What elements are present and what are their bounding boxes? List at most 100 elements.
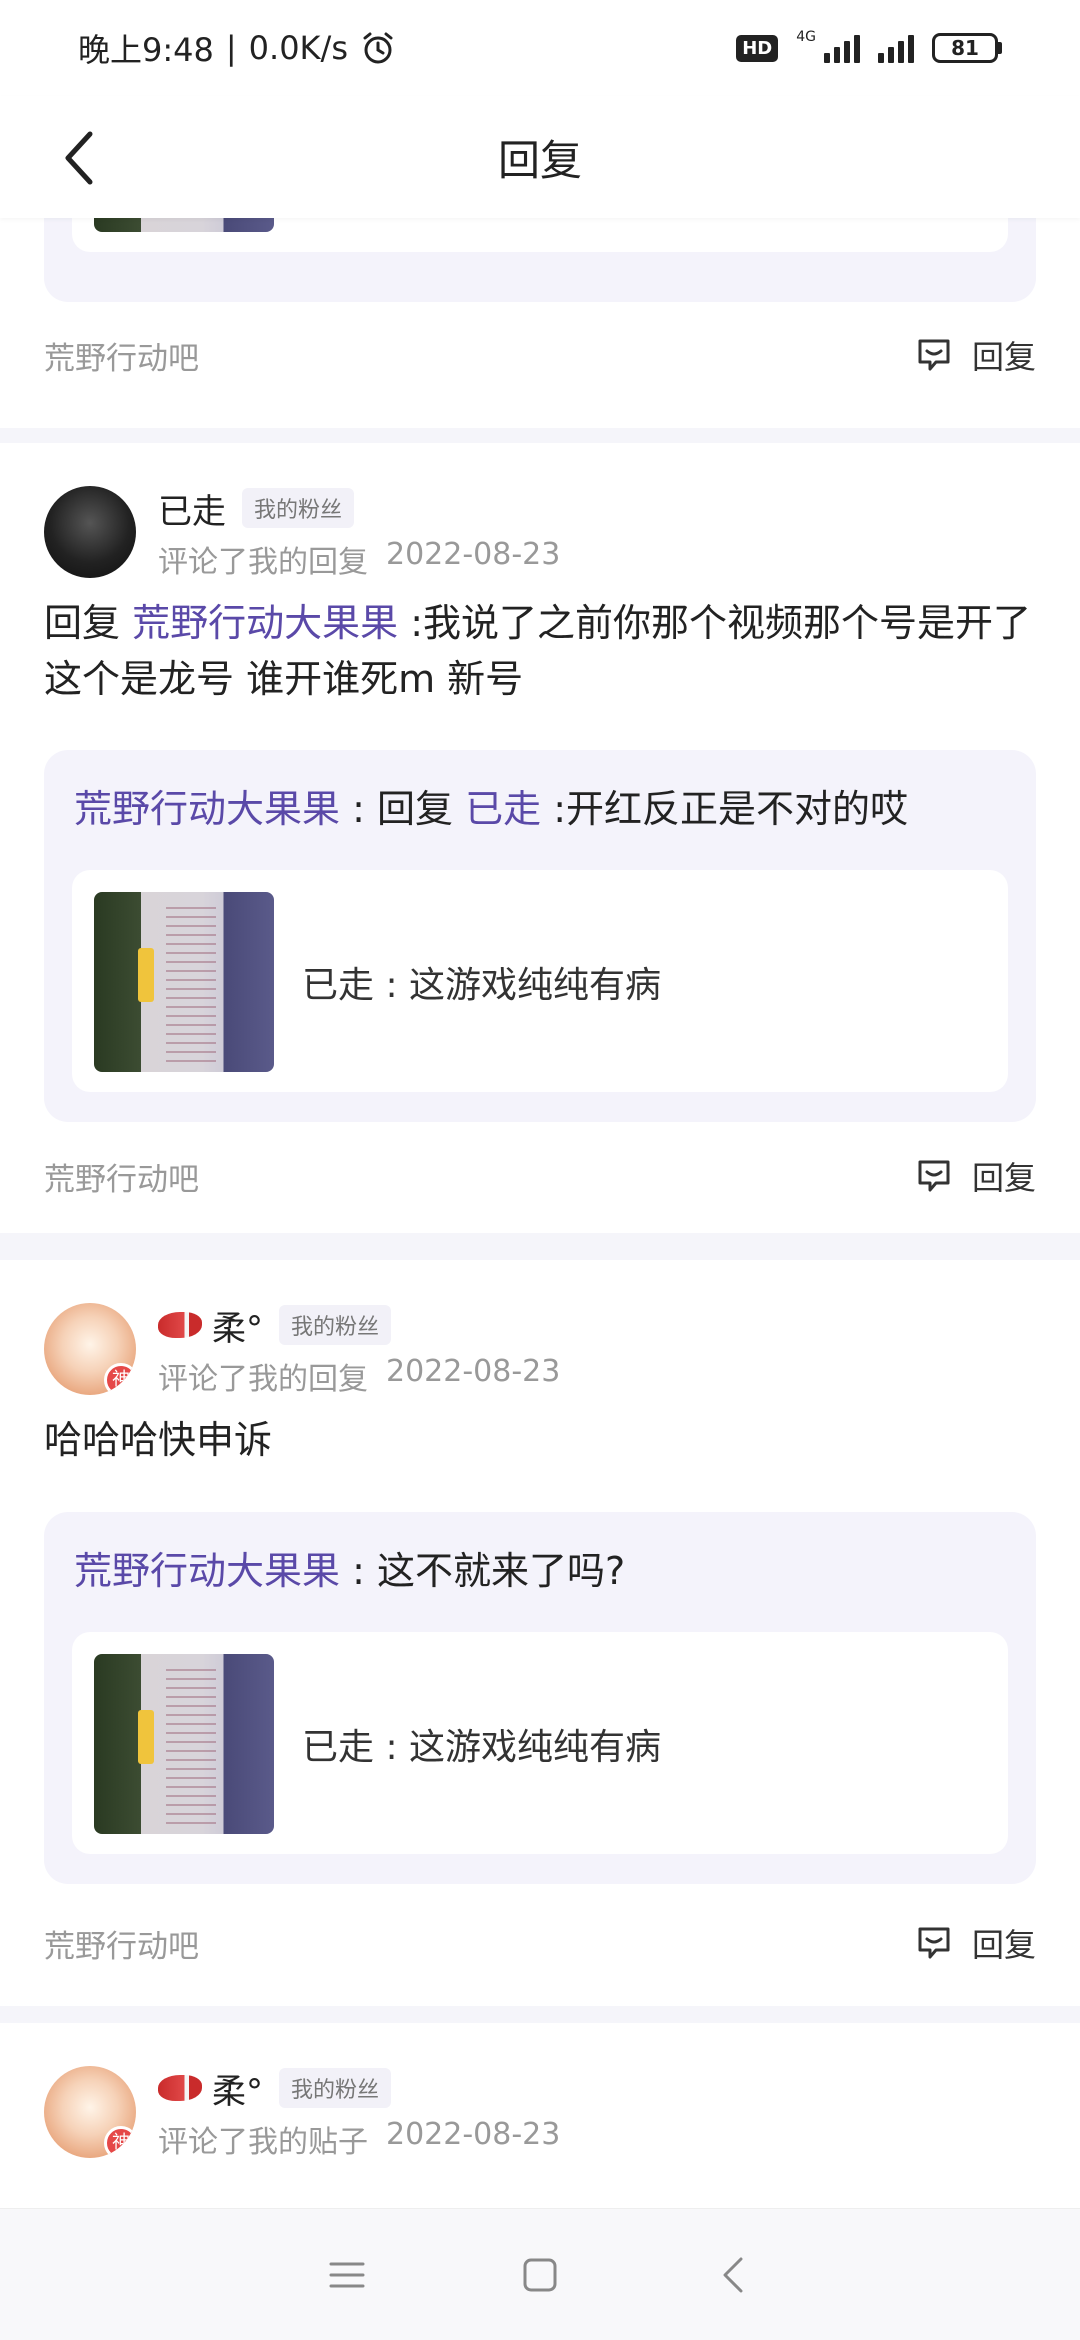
quote-separator: : (352, 787, 365, 831)
status-bar: 晚上9:48 | 0.0K/s HD 4G 81 (0, 0, 1080, 96)
network-type: 4G (796, 29, 816, 45)
network-speed: 0.0K/s (248, 29, 348, 67)
reply-label: 回复 (971, 1159, 1036, 1197)
quoted-reply-box[interactable]: 荒野行动大果果 : 这不就来了吗? 已走 : 这游戏纯纯有病 (44, 1512, 1036, 1884)
comment-meta: 评论了我的贴子 2022-08-23 (158, 2117, 560, 2161)
user-info: 柔° 我的粉丝 评论了我的回复 2022-08-23 (158, 1300, 560, 1398)
comment-bubble-icon (918, 339, 950, 371)
comment-text[interactable]: 哈哈哈快申诉 (44, 1412, 1034, 1468)
name-line: 已走 我的粉丝 (158, 483, 560, 533)
status-divider: | (225, 29, 237, 67)
quote-author[interactable]: 荒野行动大果果 (74, 1549, 340, 1593)
fan-tag: 我的粉丝 (242, 488, 355, 528)
comment-action: 评论了我的贴子 (158, 2125, 368, 2160)
signal-strength-icon-2 (878, 33, 914, 63)
god-badge: 神 (104, 1363, 136, 1395)
comment-header: 神 柔° 我的粉丝 评论了我的回复 2022-08-23 (44, 1300, 560, 1398)
title-bar: 回复 (0, 96, 1080, 218)
quote-mention[interactable]: 已走 (465, 787, 541, 831)
comment-bubble-icon (918, 1160, 950, 1192)
quote-text: 这不就来了吗? (377, 1549, 626, 1593)
quoted-reply-box (44, 218, 1036, 302)
quoted-reply-line: 荒野行动大果果 : 回复 已走 :开红反正是不对的哎 (74, 778, 908, 833)
square-home-icon (523, 2258, 557, 2291)
name-line: 柔° 我的粉丝 (158, 2063, 560, 2113)
meat-icon (158, 2075, 202, 2101)
nav-home-button[interactable] (500, 2235, 580, 2315)
notification-card: 已走 我的粉丝 评论了我的回复 2022-08-23 回复 荒野行动大果果 :我… (0, 443, 1080, 1233)
avatar[interactable]: 神 (44, 1303, 136, 1395)
quote-author[interactable]: 荒野行动大果果 (74, 787, 340, 831)
comment-date: 2022-08-23 (386, 2117, 561, 2152)
page-title: 回复 (497, 135, 582, 185)
reply-notifications-page: 晚上9:48 | 0.0K/s HD 4G 81 回复 荒野行动吧 回复 已走 … (0, 0, 1080, 2340)
reply-button[interactable]: 回复 (914, 1153, 1036, 1199)
status-time: 晚上9:48 (78, 31, 214, 69)
comment-date: 2022-08-23 (386, 1354, 561, 1389)
hd-badge: HD (736, 34, 779, 62)
reply-button[interactable]: 回复 (914, 332, 1036, 378)
meat-icon (158, 1312, 202, 1338)
nav-back-button[interactable] (693, 2235, 773, 2315)
signal-strength-icon (824, 33, 860, 63)
triangle-back-icon (723, 2257, 743, 2292)
avatar[interactable] (44, 486, 136, 578)
avatar[interactable]: 神 (44, 2066, 136, 2158)
original-post-card[interactable] (72, 218, 1008, 252)
comment-header: 已走 我的粉丝 评论了我的回复 2022-08-23 (44, 483, 560, 581)
original-post-text: 已走 : 这游戏纯纯有病 (302, 1727, 662, 1768)
forum-name[interactable]: 荒野行动吧 (44, 1154, 199, 1199)
menu-icon (329, 2262, 365, 2287)
fan-tag: 我的粉丝 (279, 2068, 392, 2108)
comment-meta: 评论了我的回复 2022-08-23 (158, 1354, 560, 1398)
notification-card: 神 柔° 我的粉丝 评论了我的回复 2022-08-23 哈哈哈快申诉 荒野行动… (0, 1260, 1080, 2006)
comment-header: 神 柔° 我的粉丝 评论了我的贴子 2022-08-23 (44, 2063, 560, 2161)
comment-text[interactable]: 回复 荒野行动大果果 :我说了之前你那个视频那个号是开了 这个是龙号 谁开谁死m… (44, 595, 1034, 707)
reply-label: 回复 (971, 1926, 1036, 1964)
card-footer: 荒野行动吧 回复 (44, 1920, 1036, 1966)
user-name[interactable]: 柔° (212, 2064, 263, 2113)
comment-action: 评论了我的回复 (158, 545, 368, 580)
comment-date: 2022-08-23 (386, 537, 561, 572)
post-thumbnail (94, 892, 274, 1072)
post-thumbnail (94, 218, 274, 232)
system-nav-bar (0, 2208, 1080, 2340)
user-info: 已走 我的粉丝 评论了我的回复 2022-08-23 (158, 483, 560, 581)
user-info: 柔° 我的粉丝 评论了我的贴子 2022-08-23 (158, 2063, 560, 2161)
god-badge: 神 (104, 2126, 136, 2158)
battery-icon: 81 (932, 33, 1002, 63)
chevron-left-icon (65, 131, 93, 185)
post-thumbnail (94, 1654, 274, 1834)
card-footer: 荒野行动吧 回复 (44, 1153, 1036, 1199)
reply-label: 回复 (971, 338, 1036, 376)
reply-prefix: 回复 (44, 601, 121, 645)
comment-bubble-icon (918, 1927, 950, 1959)
battery-level: 81 (932, 33, 998, 63)
comment-action: 评论了我的回复 (158, 1362, 368, 1397)
quote-separator: : (352, 1549, 365, 1593)
nav-menu-button[interactable] (307, 2235, 387, 2315)
status-left: 晚上9:48 | 0.0K/s (78, 25, 396, 71)
comment-meta: 评论了我的回复 2022-08-23 (158, 537, 560, 581)
user-name[interactable]: 柔° (212, 1301, 263, 1350)
original-post-card[interactable]: 已走 : 这游戏纯纯有病 (72, 870, 1008, 1092)
quoted-reply-box[interactable]: 荒野行动大果果 : 回复 已走 :开红反正是不对的哎 已走 : 这游戏纯纯有病 (44, 750, 1036, 1122)
original-post-card[interactable]: 已走 : 这游戏纯纯有病 (72, 1632, 1008, 1854)
forum-name[interactable]: 荒野行动吧 (44, 1921, 199, 1966)
original-post-text: 已走 : 这游戏纯纯有病 (302, 965, 662, 1006)
notification-feed[interactable]: 荒野行动吧 回复 已走 我的粉丝 评论了我的回复 2022-08-23 回复 荒… (0, 218, 1080, 2208)
notification-card: 荒野行动吧 回复 (0, 218, 1080, 428)
name-line: 柔° 我的粉丝 (158, 1300, 560, 1350)
forum-name[interactable]: 荒野行动吧 (44, 333, 199, 378)
card-footer: 荒野行动吧 回复 (44, 332, 1036, 378)
back-button[interactable] (40, 118, 120, 198)
alarm-clock-icon (363, 32, 393, 64)
notification-card: 神 柔° 我的粉丝 评论了我的贴子 2022-08-23 (0, 2023, 1080, 2208)
reply-button[interactable]: 回复 (914, 1920, 1036, 1966)
user-name[interactable]: 已走 (158, 484, 226, 533)
quote-reply-word: 回复 (377, 787, 454, 831)
mention-link[interactable]: 荒野行动大果果 (132, 601, 398, 645)
quote-text: :开红反正是不对的哎 (553, 787, 909, 831)
status-right: HD 4G 81 (736, 29, 1002, 63)
fan-tag: 我的粉丝 (279, 1305, 392, 1345)
